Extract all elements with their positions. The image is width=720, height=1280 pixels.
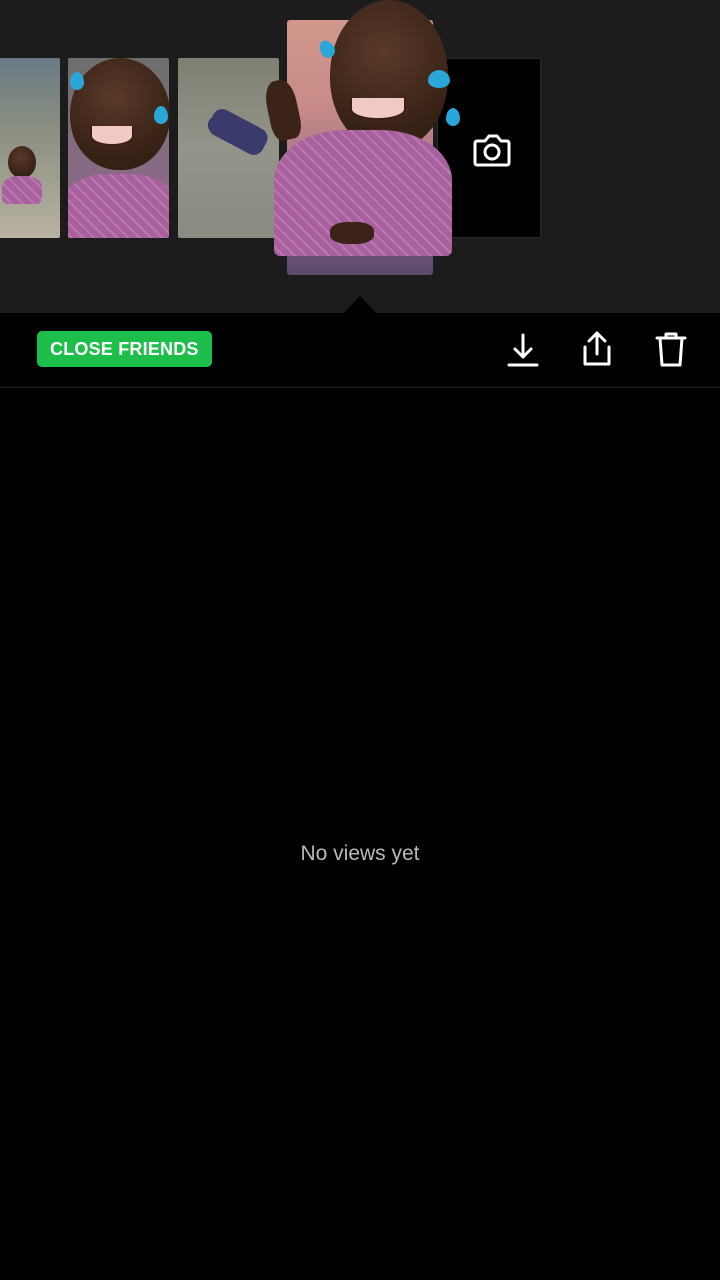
tear-icon	[428, 70, 450, 88]
selected-indicator-caret	[344, 296, 376, 313]
tear-icon	[70, 72, 84, 90]
story-thumb-3[interactable]	[178, 58, 279, 238]
share-button[interactable]	[579, 329, 615, 369]
trash-icon	[655, 332, 687, 367]
avatar-figure	[8, 146, 36, 178]
story-thumb-1[interactable]	[0, 58, 60, 238]
avatar-mouth	[350, 98, 406, 120]
avatar-hand	[330, 222, 374, 244]
avatar-shirt	[2, 176, 42, 204]
story-thumbnail-strip	[0, 0, 720, 313]
story-action-bar: CLOSE FRIENDS	[0, 313, 720, 388]
delete-button[interactable]	[653, 329, 689, 369]
camera-icon	[473, 134, 511, 167]
avatar-sticker	[262, 0, 460, 260]
tear-icon	[154, 106, 168, 124]
avatar-mouth	[90, 126, 134, 146]
no-views-message: No views yet	[300, 842, 420, 865]
download-button[interactable]	[505, 329, 541, 369]
download-icon	[507, 333, 539, 367]
avatar-shirt	[68, 174, 169, 238]
story-thumb-2[interactable]	[68, 58, 169, 238]
close-friends-badge[interactable]: CLOSE FRIENDS	[37, 331, 212, 367]
tear-icon	[446, 108, 460, 126]
person-figure	[204, 105, 272, 159]
avatar-hand	[262, 77, 304, 143]
share-icon	[583, 331, 611, 366]
